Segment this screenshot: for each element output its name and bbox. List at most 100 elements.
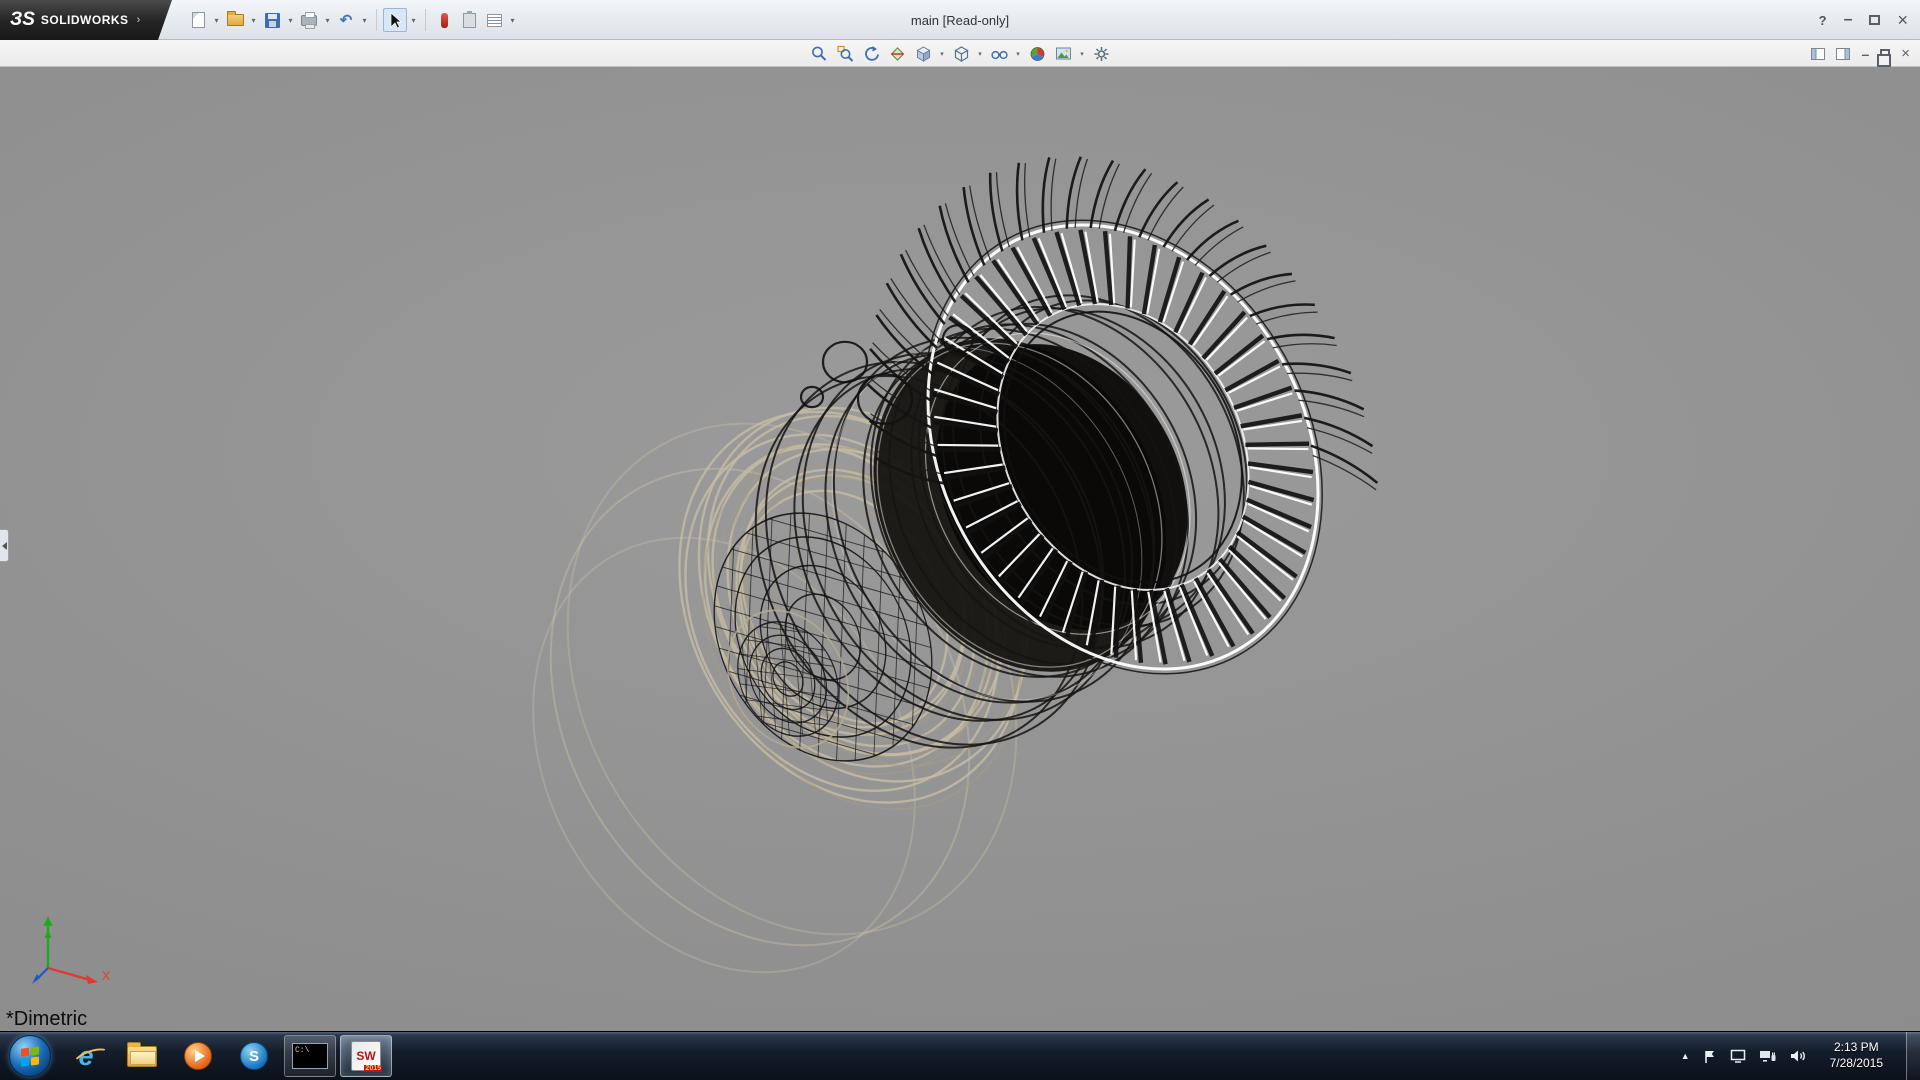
feature-pane-toggle[interactable] bbox=[0, 529, 9, 562]
action-center-flag-icon[interactable] bbox=[1703, 1049, 1717, 1064]
tray-window-icon[interactable] bbox=[1730, 1049, 1746, 1063]
new-document-icon bbox=[192, 12, 205, 28]
taskbar-solidworks[interactable]: SW 2015 bbox=[340, 1035, 392, 1077]
command-prompt-icon: C:\ bbox=[292, 1043, 328, 1069]
print-dropdown[interactable]: ▾ bbox=[322, 8, 333, 32]
zoom-to-fit-button[interactable] bbox=[808, 43, 831, 65]
print-button[interactable] bbox=[297, 8, 321, 32]
taskbar: e S C:\ SW 2015 ▲ bbox=[0, 1031, 1920, 1080]
show-desktop-button[interactable] bbox=[1906, 1032, 1920, 1080]
new-document-button[interactable] bbox=[186, 8, 210, 32]
previous-view-button[interactable] bbox=[860, 43, 883, 65]
maximize-button[interactable] bbox=[1869, 15, 1880, 25]
logo-menu-chevron-icon[interactable]: › bbox=[137, 14, 141, 26]
graphics-area[interactable]: X *Dimetric bbox=[0, 67, 1920, 1031]
save-button[interactable] bbox=[260, 8, 284, 32]
display-style-dropdown[interactable]: ▾ bbox=[976, 50, 985, 58]
windows-flag-icon bbox=[19, 1045, 41, 1067]
select-cursor-icon bbox=[387, 12, 404, 29]
start-button[interactable] bbox=[4, 1035, 56, 1077]
hide-show-items-dropdown[interactable]: ▾ bbox=[1014, 50, 1023, 58]
section-view-icon bbox=[888, 45, 906, 63]
command-prompt-label: C:\ bbox=[295, 1046, 309, 1055]
save-icon bbox=[265, 13, 280, 28]
pane-left-icon[interactable] bbox=[1811, 48, 1825, 60]
document-window-controls: – × bbox=[1811, 40, 1910, 67]
quick-access-toolbar: ▾ ▾ ▾ ▾ ↶ ▾ ▾ ▾ bbox=[186, 0, 518, 40]
open-dropdown[interactable]: ▾ bbox=[248, 8, 259, 32]
start-orb bbox=[9, 1035, 51, 1077]
taskbar-internet-explorer[interactable]: e bbox=[60, 1035, 112, 1077]
clock-time: 2:13 PM bbox=[1830, 1040, 1883, 1056]
toolbar-separator bbox=[376, 9, 377, 31]
select-dropdown[interactable]: ▾ bbox=[408, 8, 419, 32]
hide-show-items-button[interactable] bbox=[988, 43, 1011, 65]
solidworks-app-icon: SW 2015 bbox=[351, 1041, 381, 1071]
file-properties-button[interactable] bbox=[457, 8, 481, 32]
volume-icon[interactable] bbox=[1790, 1049, 1807, 1063]
view-orientation-button[interactable] bbox=[912, 43, 935, 65]
help-button[interactable]: ? bbox=[1819, 13, 1827, 28]
options-icon bbox=[487, 14, 502, 27]
messenger-icon: S bbox=[240, 1042, 268, 1070]
window-title: main [Read-only] bbox=[911, 0, 1009, 40]
turbine-wireframe-model[interactable] bbox=[0, 67, 1920, 1031]
edit-appearance-button[interactable] bbox=[1026, 43, 1049, 65]
apply-scene-button[interactable] bbox=[1052, 43, 1075, 65]
appearance-ball-icon bbox=[1028, 45, 1046, 63]
print-icon bbox=[301, 15, 317, 26]
titlebar: ЗS SOLIDWORKS › ▾ ▾ ▾ ▾ ↶ ▾ ▾ bbox=[0, 0, 1920, 40]
orientation-triad: X bbox=[28, 910, 118, 990]
pane-right-icon[interactable] bbox=[1836, 48, 1850, 60]
undo-dropdown[interactable]: ▾ bbox=[359, 8, 370, 32]
previous-view-icon bbox=[862, 45, 880, 63]
taskbar-command-prompt[interactable]: C:\ bbox=[284, 1035, 336, 1077]
view-orientation-dropdown[interactable]: ▾ bbox=[938, 50, 947, 58]
triad-x-label: X bbox=[102, 969, 110, 983]
window-controls: ? – × bbox=[1819, 0, 1908, 40]
taskbar-media-player[interactable] bbox=[172, 1035, 224, 1077]
solidworks-version-badge: 2015 bbox=[364, 1065, 382, 1072]
explorer-folder-icon bbox=[127, 1046, 157, 1067]
close-button[interactable]: × bbox=[1897, 11, 1908, 29]
doc-close-button[interactable]: × bbox=[1901, 46, 1910, 61]
screen: ЗS SOLIDWORKS › ▾ ▾ ▾ ▾ ↶ ▾ ▾ bbox=[0, 0, 1920, 1080]
select-button[interactable] bbox=[383, 8, 407, 32]
network-icon[interactable] bbox=[1759, 1049, 1777, 1063]
solidworks-logo[interactable]: ЗS SOLIDWORKS › bbox=[0, 0, 172, 40]
hidden-icons-button[interactable]: ▲ bbox=[1681, 1051, 1690, 1061]
doc-minimize-button[interactable]: – bbox=[1861, 47, 1869, 61]
view-settings-gear-icon bbox=[1092, 45, 1110, 63]
zoom-to-area-button[interactable] bbox=[834, 43, 857, 65]
undo-icon: ↶ bbox=[340, 13, 353, 28]
save-dropdown[interactable]: ▾ bbox=[285, 8, 296, 32]
collapse-arrow-icon bbox=[2, 542, 7, 550]
taskbar-clock[interactable]: 2:13 PM 7/28/2015 bbox=[1830, 1040, 1883, 1071]
hide-show-glasses-icon bbox=[990, 45, 1008, 63]
system-tray: ▲ 2:13 PM 7/2 bbox=[1681, 1032, 1920, 1080]
scene-picture-icon bbox=[1054, 45, 1072, 63]
heads-up-view-toolbar: ▾ ▾ ▾ bbox=[808, 40, 1113, 67]
taskbar-messenger[interactable]: S bbox=[228, 1035, 280, 1077]
open-folder-icon bbox=[227, 14, 244, 26]
clock-date: 7/28/2015 bbox=[1830, 1056, 1883, 1072]
minimize-button[interactable]: – bbox=[1844, 12, 1853, 28]
open-button[interactable] bbox=[223, 8, 247, 32]
options-button[interactable] bbox=[482, 8, 506, 32]
solidworks-icon-label: SW bbox=[356, 1049, 375, 1063]
display-style-button[interactable] bbox=[950, 43, 973, 65]
document-bar: ▾ ▾ ▾ bbox=[0, 40, 1920, 67]
options-dropdown[interactable]: ▾ bbox=[507, 8, 518, 32]
doc-restore-button[interactable] bbox=[1880, 49, 1890, 58]
taskbar-windows-explorer[interactable] bbox=[116, 1035, 168, 1077]
new-document-dropdown[interactable]: ▾ bbox=[211, 8, 222, 32]
apply-scene-dropdown[interactable]: ▾ bbox=[1078, 50, 1087, 58]
view-orientation-label: *Dimetric bbox=[6, 1008, 87, 1031]
display-style-icon bbox=[952, 45, 970, 63]
zoom-to-area-icon bbox=[836, 45, 854, 63]
toolbar-separator bbox=[425, 9, 426, 31]
view-settings-button[interactable] bbox=[1090, 43, 1113, 65]
undo-button[interactable]: ↶ bbox=[334, 8, 358, 32]
section-view-button[interactable] bbox=[886, 43, 909, 65]
rebuild-button[interactable] bbox=[432, 8, 456, 32]
